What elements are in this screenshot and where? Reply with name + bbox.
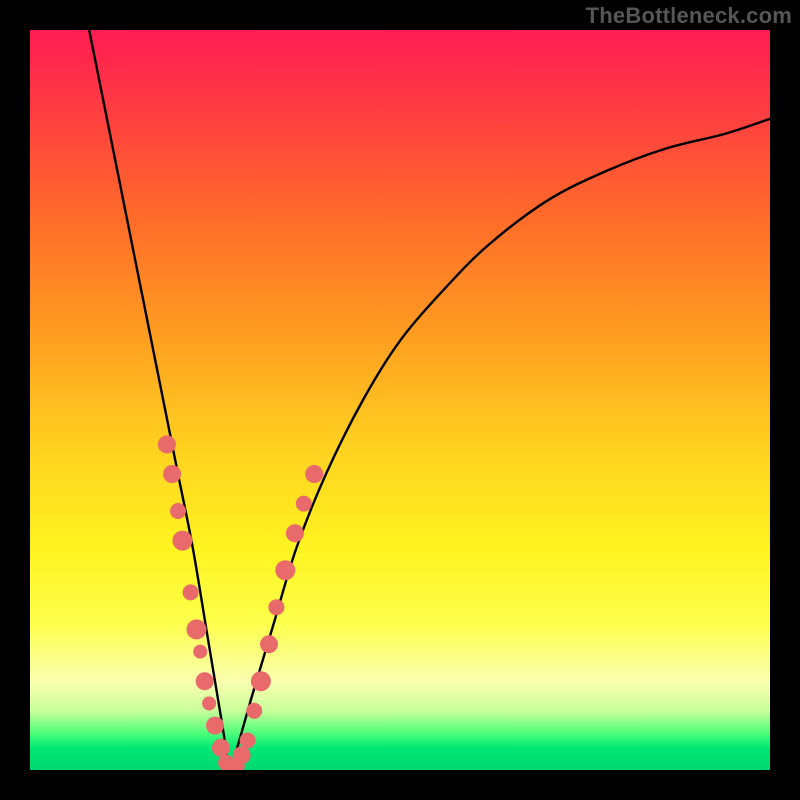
- bottleneck-curve-svg: [30, 30, 770, 770]
- data-dot: [163, 465, 181, 483]
- data-dot: [212, 739, 230, 757]
- data-dot: [233, 746, 251, 764]
- data-dot: [275, 560, 295, 580]
- data-dot: [196, 672, 214, 690]
- plot-area: [30, 30, 770, 770]
- data-dot: [202, 696, 216, 710]
- data-dot: [260, 635, 278, 653]
- data-dot: [240, 732, 256, 748]
- data-dot: [305, 465, 323, 483]
- chart-frame: TheBottleneck.com: [0, 0, 800, 800]
- data-dot: [206, 717, 224, 735]
- data-dots-group: [158, 435, 323, 770]
- data-dot: [286, 524, 304, 542]
- data-dot: [187, 619, 207, 639]
- data-dot: [251, 671, 271, 691]
- data-dot: [193, 645, 207, 659]
- watermark-text: TheBottleneck.com: [586, 3, 792, 29]
- data-dot: [296, 496, 312, 512]
- data-dot: [170, 503, 186, 519]
- bottleneck-curve: [89, 30, 770, 770]
- data-dot: [268, 599, 284, 615]
- data-dot: [246, 703, 262, 719]
- data-dot: [183, 584, 199, 600]
- data-dot: [158, 435, 176, 453]
- data-dot: [172, 531, 192, 551]
